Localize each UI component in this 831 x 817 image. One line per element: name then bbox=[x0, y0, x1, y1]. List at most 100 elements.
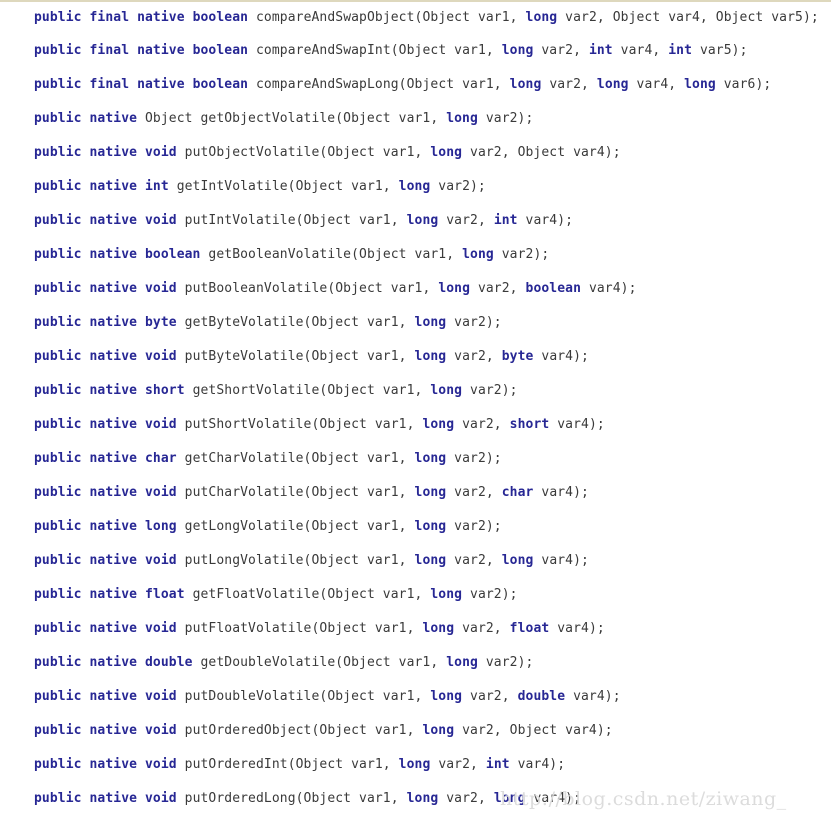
code-line[interactable]: public native void putDoubleVolatile(Obj… bbox=[0, 680, 831, 714]
code-line[interactable]: public native void putShortVolatile(Obje… bbox=[0, 408, 831, 442]
code-keyword: public bbox=[34, 213, 82, 228]
code-line[interactable]: public native float getFloatVolatile(Obj… bbox=[0, 578, 831, 612]
code-text: var4); bbox=[565, 689, 621, 704]
code-text: getBooleanVolatile(Object var1, bbox=[200, 247, 463, 262]
code-listing[interactable]: public final native boolean compareAndSw… bbox=[0, 0, 831, 817]
code-keyword: public bbox=[34, 247, 82, 262]
code-text: var6); bbox=[715, 77, 772, 92]
code-line[interactable]: public native void putOrderedInt(Object … bbox=[0, 748, 831, 782]
code-keyword: native bbox=[137, 43, 185, 58]
code-line[interactable]: public final native boolean compareAndSw… bbox=[0, 34, 831, 68]
code-keyword: native bbox=[89, 145, 138, 160]
code-keyword: public bbox=[34, 43, 82, 58]
code-keyword: long bbox=[406, 791, 439, 806]
code-line[interactable]: public native void putFloatVolatile(Obje… bbox=[0, 612, 831, 646]
code-keyword: void bbox=[145, 689, 177, 704]
code-keyword: long bbox=[438, 281, 471, 296]
code-text: var2); bbox=[477, 111, 534, 126]
code-line[interactable]: public native void putOrderedLong(Object… bbox=[0, 782, 831, 816]
code-keyword: long bbox=[493, 791, 526, 806]
code-keyword: native bbox=[89, 179, 138, 194]
code-text: var2); bbox=[446, 315, 502, 330]
code-keyword: long bbox=[414, 349, 447, 364]
code-text: putFloatVolatile(Object var1, bbox=[176, 621, 423, 636]
code-text: compareAndSwapObject(Object var1, bbox=[248, 10, 526, 25]
code-keyword: void bbox=[145, 553, 177, 568]
code-line[interactable]: public native void putByteVolatile(Objec… bbox=[0, 340, 831, 374]
code-keyword: long bbox=[509, 77, 542, 92]
code-text: var4); bbox=[549, 621, 605, 636]
code-line[interactable]: public native void putBooleanVolatile(Ob… bbox=[0, 272, 831, 306]
code-text: var2, bbox=[541, 77, 597, 92]
code-text: var2, Object var4); bbox=[462, 145, 621, 160]
code-keyword: void bbox=[145, 145, 177, 160]
code-line[interactable]: public native short getShortVolatile(Obj… bbox=[0, 374, 831, 408]
code-text: var4); bbox=[525, 791, 582, 806]
code-line[interactable]: public native byte getByteVolatile(Objec… bbox=[0, 306, 831, 340]
code-body[interactable]: public final native boolean compareAndSw… bbox=[0, 2, 831, 816]
code-keyword: void bbox=[145, 757, 177, 772]
code-text: Object getObjectVolatile(Object var1, bbox=[137, 111, 447, 126]
code-line[interactable]: public native void putObjectVolatile(Obj… bbox=[0, 136, 831, 170]
code-keyword: long bbox=[462, 247, 494, 262]
code-keyword: double bbox=[145, 655, 193, 670]
code-text: var2, bbox=[446, 349, 502, 364]
code-keyword: long bbox=[430, 145, 463, 160]
code-text: var4); bbox=[581, 281, 637, 296]
code-line[interactable]: public native boolean getBooleanVolatile… bbox=[0, 238, 831, 272]
code-keyword: public bbox=[34, 587, 82, 602]
code-keyword: native bbox=[89, 451, 138, 466]
code-line[interactable]: public final native boolean compareAndSw… bbox=[0, 2, 831, 34]
code-keyword: long bbox=[145, 519, 177, 534]
code-keyword: public bbox=[34, 111, 82, 126]
code-keyword: public bbox=[34, 485, 82, 500]
code-line[interactable]: public native void putIntVolatile(Object… bbox=[0, 204, 831, 238]
code-text: putOrderedObject(Object var1, bbox=[176, 723, 423, 738]
code-line[interactable]: public native void putOrderedObject(Obje… bbox=[0, 714, 831, 748]
code-keyword: boolean bbox=[192, 77, 249, 92]
code-keyword: public bbox=[34, 349, 82, 364]
code-line[interactable]: public native void putLongVolatile(Objec… bbox=[0, 544, 831, 578]
code-line[interactable]: public final native boolean compareAndSw… bbox=[0, 68, 831, 102]
code-keyword: short bbox=[145, 383, 185, 398]
code-keyword: public bbox=[34, 791, 82, 806]
code-keyword: int bbox=[588, 43, 613, 58]
code-text: var2, bbox=[454, 417, 510, 432]
code-text: putShortVolatile(Object var1, bbox=[176, 417, 423, 432]
code-keyword: int bbox=[493, 213, 518, 228]
code-keyword: native bbox=[89, 485, 138, 500]
code-line[interactable]: public native Object getObjectVolatile(O… bbox=[0, 102, 831, 136]
code-text: var2, bbox=[438, 791, 494, 806]
code-keyword: long bbox=[501, 43, 534, 58]
code-text: var2); bbox=[446, 451, 502, 466]
code-text: var2, bbox=[430, 757, 486, 772]
code-keyword: long bbox=[398, 179, 431, 194]
code-line[interactable]: public native int getIntVolatile(Object … bbox=[0, 170, 831, 204]
code-keyword: public bbox=[34, 10, 82, 25]
code-text: getFloatVolatile(Object var1, bbox=[184, 587, 431, 602]
code-line[interactable]: public native long getLongVolatile(Objec… bbox=[0, 510, 831, 544]
code-keyword: short bbox=[509, 417, 550, 432]
code-text: var2, bbox=[446, 485, 502, 500]
code-keyword: void bbox=[145, 417, 177, 432]
code-text: var2); bbox=[462, 587, 518, 602]
code-line[interactable]: public native void putCharVolatile(Objec… bbox=[0, 476, 831, 510]
code-text: var4, bbox=[612, 43, 669, 58]
code-line[interactable]: public native double getDoubleVolatile(O… bbox=[0, 646, 831, 680]
code-line[interactable]: public native char getCharVolatile(Objec… bbox=[0, 442, 831, 476]
code-keyword: float bbox=[509, 621, 550, 636]
code-keyword: public bbox=[34, 315, 82, 330]
